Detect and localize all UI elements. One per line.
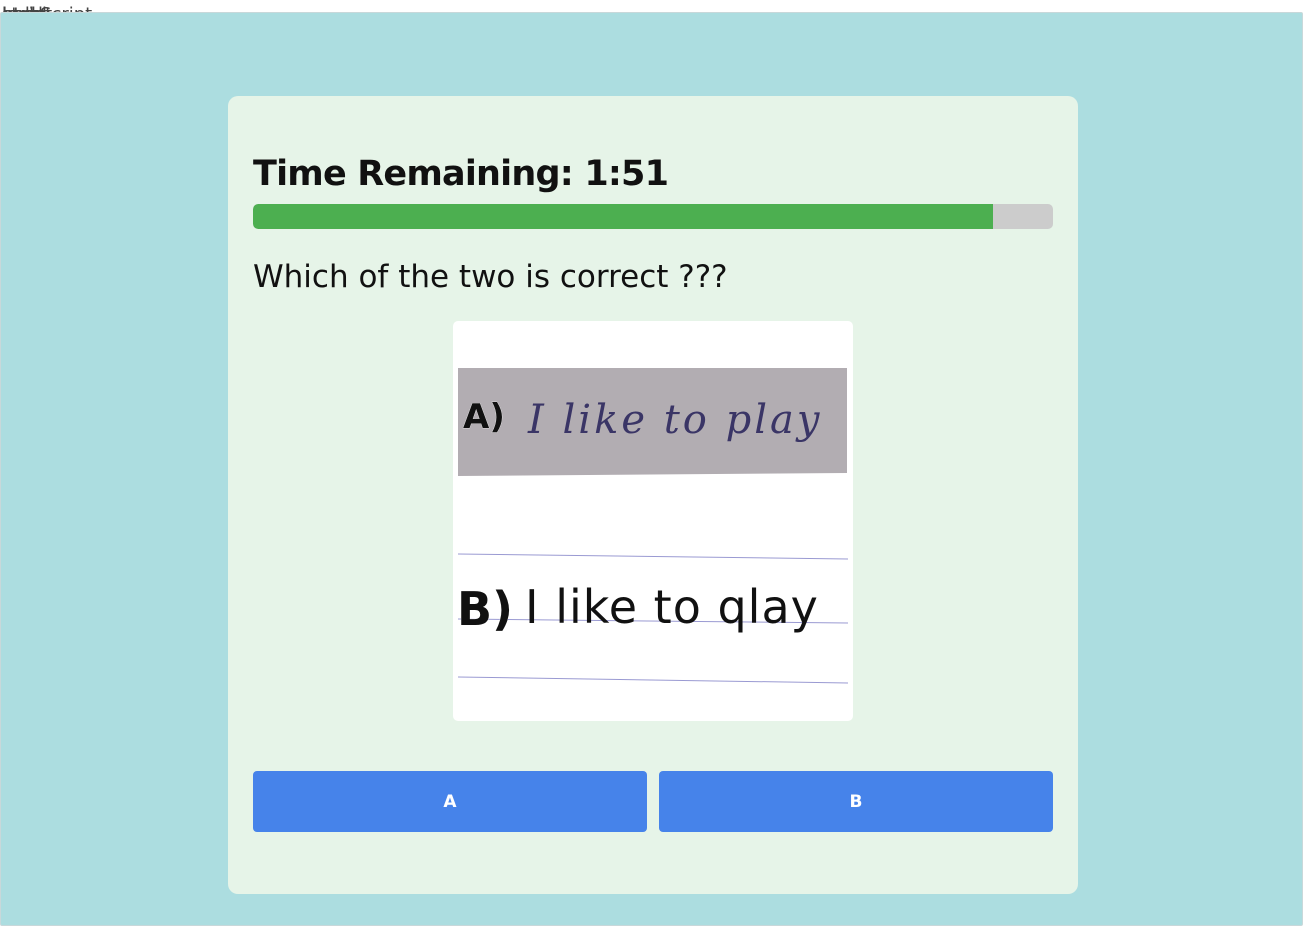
option-b-handwriting: I like to qlay [525, 580, 819, 634]
answer-a-button[interactable]: A [253, 771, 647, 832]
timer-progress-fill [253, 204, 993, 229]
answer-b-button[interactable]: B [659, 771, 1053, 832]
quiz-card: Time Remaining: 1:51 Which of the two is… [228, 96, 1078, 894]
timer-value: 1:51 [584, 154, 669, 194]
timer-heading: Time Remaining: 1:51 [253, 154, 669, 194]
timer-label: Time Remaining: [253, 154, 574, 194]
option-b-label: B) [457, 582, 513, 636]
ruled-line-1 [457, 553, 849, 560]
handwriting-image: A) I like to play B) I like to qlay [457, 368, 849, 684]
question-text: Which of the two is correct ??? [253, 259, 728, 295]
option-a-handwriting: I like to play [527, 397, 822, 443]
ruled-line-3 [457, 676, 849, 684]
timer-progress-bar [253, 204, 1053, 229]
page-stage: Time Remaining: 1:51 Which of the two is… [0, 12, 1303, 926]
question-image: A) I like to play B) I like to qlay [453, 321, 853, 721]
option-a-label: A) [463, 397, 505, 437]
